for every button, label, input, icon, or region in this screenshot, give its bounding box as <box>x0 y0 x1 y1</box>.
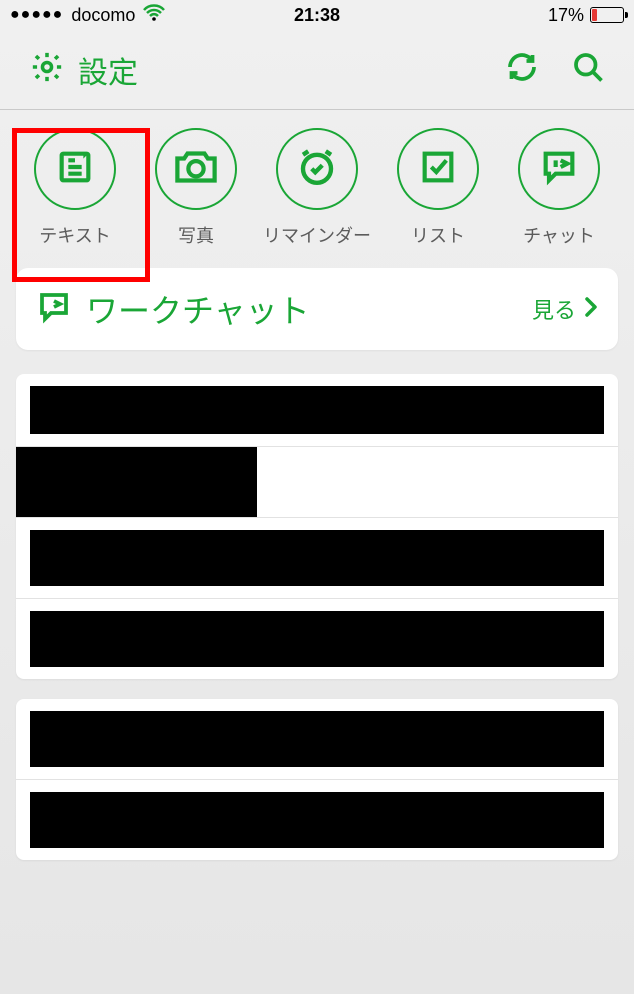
page-title[interactable]: 設定 <box>78 48 138 92</box>
workchat-card[interactable]: ワークチャット 見る <box>16 268 618 350</box>
action-text[interactable]: テキスト <box>20 128 130 248</box>
carrier-label: docomo <box>71 5 135 26</box>
gear-icon[interactable] <box>30 50 64 89</box>
workchat-icon <box>36 289 72 330</box>
battery-icon <box>590 7 624 23</box>
chevron-right-icon <box>584 295 598 324</box>
list-item[interactable] <box>16 517 618 598</box>
action-label: 写真 <box>178 222 214 248</box>
list-item[interactable] <box>16 779 618 860</box>
list-item[interactable] <box>16 598 618 679</box>
status-bar: ●●●●● docomo 21:38 17% <box>0 0 634 30</box>
navigation-bar: 設定 <box>0 30 634 110</box>
note-group-1 <box>16 374 618 679</box>
workchat-see-label: 見る <box>532 293 576 325</box>
action-photo[interactable]: 写真 <box>141 128 251 248</box>
search-icon[interactable] <box>570 49 606 90</box>
alarm-icon <box>296 146 338 193</box>
action-chat[interactable]: チャット <box>504 128 614 248</box>
note-group-2 <box>16 699 618 860</box>
list-item[interactable] <box>16 699 618 779</box>
text-note-icon <box>55 147 95 192</box>
signal-strength-icon: ●●●●● <box>10 6 63 24</box>
sync-icon[interactable] <box>504 49 540 90</box>
chat-icon <box>539 147 579 192</box>
action-label: リマインダー <box>263 222 371 248</box>
checkbox-icon <box>418 147 458 192</box>
action-reminder[interactable]: リマインダー <box>262 128 372 248</box>
action-label: テキスト <box>39 222 110 248</box>
wifi-icon <box>143 4 165 27</box>
action-list[interactable]: リスト <box>383 128 493 248</box>
action-label: リスト <box>411 222 465 248</box>
quick-actions-row: テキスト 写真 リマインダー リスト チャット <box>0 110 634 254</box>
clock: 21:38 <box>294 5 340 26</box>
list-item[interactable] <box>16 374 618 446</box>
list-item[interactable] <box>16 446 618 517</box>
action-label: チャット <box>523 222 595 248</box>
battery-percent: 17% <box>548 5 584 26</box>
camera-icon <box>174 147 218 192</box>
workchat-title: ワークチャット <box>86 286 532 332</box>
